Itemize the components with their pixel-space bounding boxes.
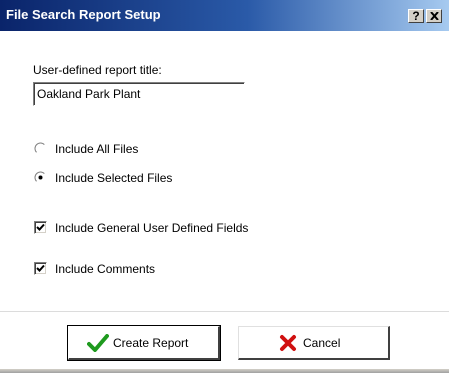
cancel-button[interactable]: Cancel	[238, 326, 390, 360]
button-area-divider	[0, 311, 449, 312]
red-x-icon	[280, 335, 296, 351]
create-report-label: Create Report	[113, 336, 189, 350]
help-button[interactable]: ?	[408, 9, 424, 23]
include-all-files-label[interactable]: Include All Files	[55, 142, 138, 156]
include-selected-files-label[interactable]: Include Selected Files	[55, 171, 172, 185]
checkmark-icon	[87, 334, 109, 352]
include-comments-checkbox[interactable]	[34, 262, 47, 275]
include-all-files-radio[interactable]	[34, 142, 47, 155]
include-selected-files-radio[interactable]	[34, 171, 47, 184]
close-icon	[430, 12, 439, 20]
include-comments-label[interactable]: Include Comments	[55, 262, 155, 276]
checkmark-icon	[36, 223, 45, 231]
cancel-label: Cancel	[303, 336, 341, 350]
window-title: File Search Report Setup	[6, 7, 161, 22]
title-bar[interactable]: File Search Report Setup ?	[0, 0, 449, 31]
create-report-button[interactable]: Create Report	[67, 325, 221, 361]
checkmark-icon	[36, 264, 45, 272]
include-general-fields-checkbox[interactable]	[34, 221, 47, 234]
radio-dot-icon	[38, 175, 43, 180]
report-title-label: User-defined report title:	[33, 63, 162, 77]
report-setup-dialog: File Search Report Setup ? User-defined …	[0, 0, 449, 373]
close-button[interactable]	[426, 9, 442, 23]
include-general-fields-label[interactable]: Include General User Defined Fields	[55, 221, 248, 235]
report-title-value: Oakland Park Plant	[37, 87, 141, 101]
report-title-input[interactable]: Oakland Park Plant	[33, 82, 245, 106]
dialog-bottom-edge	[0, 369, 449, 373]
